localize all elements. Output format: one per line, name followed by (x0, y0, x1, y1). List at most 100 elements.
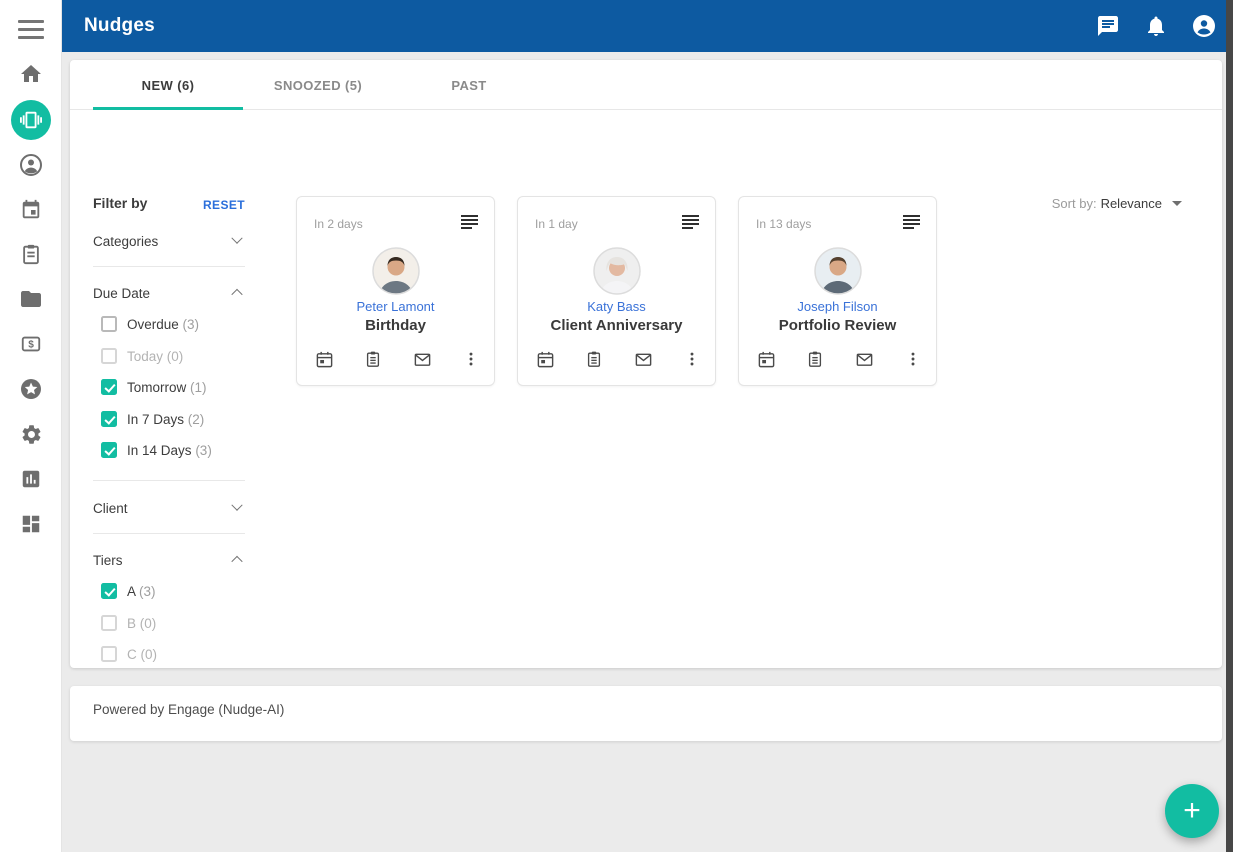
chevron-up-icon (231, 556, 242, 567)
client-name-link[interactable]: Katy Bass (518, 299, 715, 314)
account-icon[interactable] (1192, 14, 1216, 38)
divider (93, 266, 245, 267)
person-icon (19, 153, 43, 177)
checkbox[interactable] (101, 615, 117, 631)
chat-icon[interactable] (1096, 14, 1120, 38)
chevron-down-icon (231, 233, 242, 244)
card-actions (756, 349, 923, 369)
option-count: (0) (141, 647, 158, 662)
client-name-link[interactable]: Joseph Filson (739, 299, 936, 314)
home-icon (19, 62, 43, 86)
footer-panel: Powered by Engage (Nudge-AI) (70, 686, 1222, 741)
sort-label: Sort by: (1052, 196, 1097, 211)
filter-section-categories[interactable]: Categories (93, 231, 245, 251)
sidebar-item-calendar[interactable] (0, 190, 62, 230)
filter-option-today[interactable]: Today (0) (101, 347, 183, 365)
nudge-title: Client Anniversary (518, 317, 715, 334)
notes-icon[interactable] (461, 215, 478, 229)
filter-section-client[interactable]: Client (93, 498, 245, 518)
favorites-star-icon (19, 377, 43, 401)
checkbox[interactable] (101, 583, 117, 599)
billing-dollar-icon: $ (20, 333, 42, 355)
sidebar-item-reports[interactable] (0, 459, 62, 499)
filter-section-tiers[interactable]: Tiers (93, 550, 245, 570)
notes-icon[interactable] (682, 215, 699, 229)
filter-title: Filter by (93, 195, 147, 211)
client-name-link[interactable]: Peter Lamont (297, 299, 494, 314)
scrollbar[interactable] (1226, 0, 1233, 852)
active-item-circle (11, 100, 51, 140)
nudge-card-client-anniversary[interactable]: In 1 day Katy Bass Client Anniversary (517, 196, 716, 386)
checkbox[interactable] (101, 411, 117, 427)
tabs-bar: NEW (6) SNOOZED (5) PAST (70, 60, 1222, 110)
reports-chart-icon (20, 468, 42, 490)
calendar-icon[interactable] (535, 349, 555, 369)
filter-option-tier-a[interactable]: A (3) (101, 582, 156, 600)
tab-new[interactable]: NEW (6) (93, 60, 243, 110)
sidebar-item-home[interactable] (0, 54, 62, 94)
sidebar-item-favorites[interactable] (0, 369, 62, 409)
checkbox[interactable] (101, 348, 117, 364)
filter-option-tier-b[interactable]: B (0) (101, 614, 156, 632)
nudges-panel: NEW (6) SNOOZED (5) PAST Filter by RESET… (70, 60, 1222, 668)
mail-icon[interactable] (854, 349, 874, 369)
note-icon[interactable] (805, 349, 825, 369)
hamburger-menu-button[interactable] (0, 9, 62, 49)
option-count: (3) (195, 443, 212, 458)
app-screen: $ Nudges NEW (6) SNOOZED (5) PAST (0, 0, 1233, 852)
sidebar-item-tasks[interactable] (0, 234, 62, 274)
add-nudge-fab[interactable]: + (1165, 784, 1219, 838)
more-vert-icon[interactable] (903, 349, 923, 369)
dropdown-caret-icon (1172, 201, 1182, 206)
sidebar-item-settings[interactable] (0, 414, 62, 454)
option-count: (2) (188, 412, 205, 427)
checkbox[interactable] (101, 646, 117, 662)
filter-option-in-14-days[interactable]: In 14 Days (3) (101, 441, 212, 459)
checkbox[interactable] (101, 316, 117, 332)
filter-section-due-date[interactable]: Due Date (93, 283, 245, 303)
checkbox[interactable] (101, 442, 117, 458)
sort-by-dropdown[interactable]: Sort by: Relevance (1052, 196, 1182, 211)
nudge-card-birthday[interactable]: In 2 days Peter Lamont Birthday (296, 196, 495, 386)
divider (93, 480, 245, 481)
note-icon[interactable] (584, 349, 604, 369)
option-count: (1) (190, 380, 207, 395)
filter-option-tomorrow[interactable]: Tomorrow (1) (101, 378, 207, 396)
option-count: (0) (167, 349, 184, 364)
sidebar-item-clients[interactable] (0, 145, 62, 185)
filter-option-in-7-days[interactable]: In 7 Days (2) (101, 410, 204, 428)
option-count: (0) (140, 616, 157, 631)
filter-section-label: Due Date (93, 286, 150, 301)
more-vert-icon[interactable] (461, 349, 481, 369)
sidebar-item-nudges-active[interactable] (0, 100, 62, 140)
calendar-icon[interactable] (314, 349, 334, 369)
mail-icon[interactable] (633, 349, 653, 369)
sort-value: Relevance (1101, 196, 1162, 211)
sidebar-item-documents[interactable] (0, 279, 62, 319)
due-label: In 13 days (756, 217, 811, 231)
tab-snoozed[interactable]: SNOOZED (5) (243, 60, 393, 110)
option-label: Overdue (127, 317, 179, 332)
calendar-icon (20, 199, 42, 221)
filter-option-overdue[interactable]: Overdue (3) (101, 315, 199, 333)
notes-icon[interactable] (903, 215, 920, 229)
notifications-bell-icon[interactable] (1144, 14, 1168, 38)
checkbox[interactable] (101, 379, 117, 395)
option-label: Tomorrow (127, 380, 186, 395)
filter-option-tier-c[interactable]: C (0) (101, 645, 157, 663)
mail-icon[interactable] (412, 349, 432, 369)
tab-past[interactable]: PAST (394, 60, 544, 110)
more-vert-icon[interactable] (682, 349, 702, 369)
hamburger-icon (18, 20, 44, 39)
nudge-card-portfolio-review[interactable]: In 13 days Joseph Filson Portfolio Revie… (738, 196, 937, 386)
avatar (814, 247, 862, 295)
calendar-icon[interactable] (756, 349, 776, 369)
filter-reset-button[interactable]: RESET (188, 198, 245, 212)
option-label: B (127, 616, 136, 631)
sidebar-item-billing[interactable]: $ (0, 324, 62, 364)
option-label: A (127, 584, 135, 599)
option-label: In 7 Days (127, 412, 184, 427)
sidebar-item-dashboard[interactable] (0, 504, 62, 544)
due-label: In 1 day (535, 217, 578, 231)
note-icon[interactable] (363, 349, 383, 369)
